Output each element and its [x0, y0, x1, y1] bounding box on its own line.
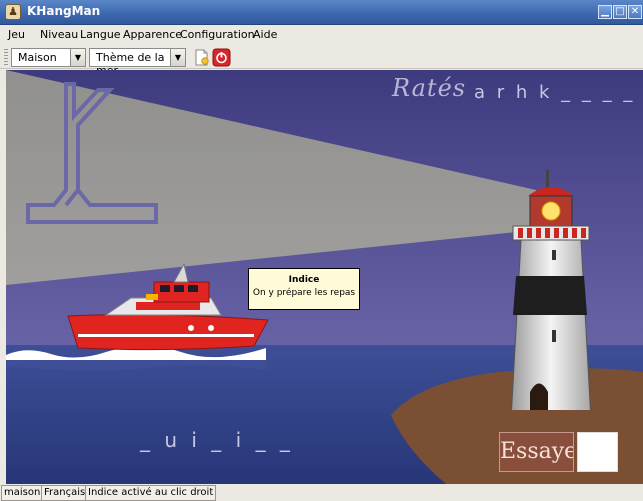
- minimize-button[interactable]: ▁: [598, 5, 612, 19]
- try-button[interactable]: Essayer: [499, 432, 574, 472]
- menu-niveau[interactable]: Niveau: [40, 28, 78, 41]
- hint-text: On y prépare les repas: [252, 288, 356, 298]
- menu-jeu[interactable]: Jeu: [8, 28, 25, 41]
- category-select[interactable]: Maison ▼: [11, 48, 86, 67]
- toolbar-grip[interactable]: [4, 49, 8, 65]
- power-icon[interactable]: [212, 48, 231, 67]
- menu-configuration[interactable]: Configuration: [180, 28, 255, 41]
- title-bar[interactable]: ♟ KHangMan ▁ □ ✕: [0, 0, 643, 25]
- hint-title: Indice: [288, 275, 320, 285]
- missed-letters-label: Ratés: [392, 74, 467, 102]
- khangman-app-icon: ♟: [5, 4, 21, 20]
- status-hint-mode: Indice activé au clic droit: [85, 485, 217, 501]
- letter-input[interactable]: [577, 432, 618, 472]
- chevron-down-icon: ▼: [170, 49, 185, 66]
- toolbar: Maison ▼ Thème de la mer ▼: [0, 45, 643, 77]
- status-category: maison: [1, 485, 44, 501]
- missed-letters: a r h k _ _ _ _ _: [474, 82, 643, 103]
- theme-select[interactable]: Thème de la mer ▼: [89, 48, 186, 77]
- menu-aide[interactable]: Aide: [253, 28, 277, 41]
- window-title: KHangMan: [27, 4, 101, 18]
- status-bar: maison Français Indice activé au clic dr…: [0, 484, 643, 501]
- menu-apparence[interactable]: Apparence: [123, 28, 182, 41]
- word-to-guess: _ u i _ i _ _: [140, 428, 294, 452]
- chevron-down-icon: ▼: [70, 49, 85, 66]
- hint-tooltip: Indice On y prépare les repas: [248, 268, 360, 310]
- menu-bar: Jeu Niveau Langue Apparence Configuratio…: [0, 25, 643, 45]
- maximize-button[interactable]: □: [613, 5, 627, 19]
- status-language: Français: [41, 485, 89, 501]
- app-window: ♟ KHangMan ▁ □ ✕ Jeu Niveau Langue Appar…: [0, 0, 643, 501]
- close-button[interactable]: ✕: [628, 5, 642, 19]
- new-document-icon[interactable]: [192, 48, 211, 67]
- menu-langue[interactable]: Langue: [80, 28, 121, 41]
- game-scene: Ratés a r h k _ _ _ _ _ _ u i _ i _ _ In…: [6, 70, 643, 484]
- category-value: Maison: [18, 51, 57, 64]
